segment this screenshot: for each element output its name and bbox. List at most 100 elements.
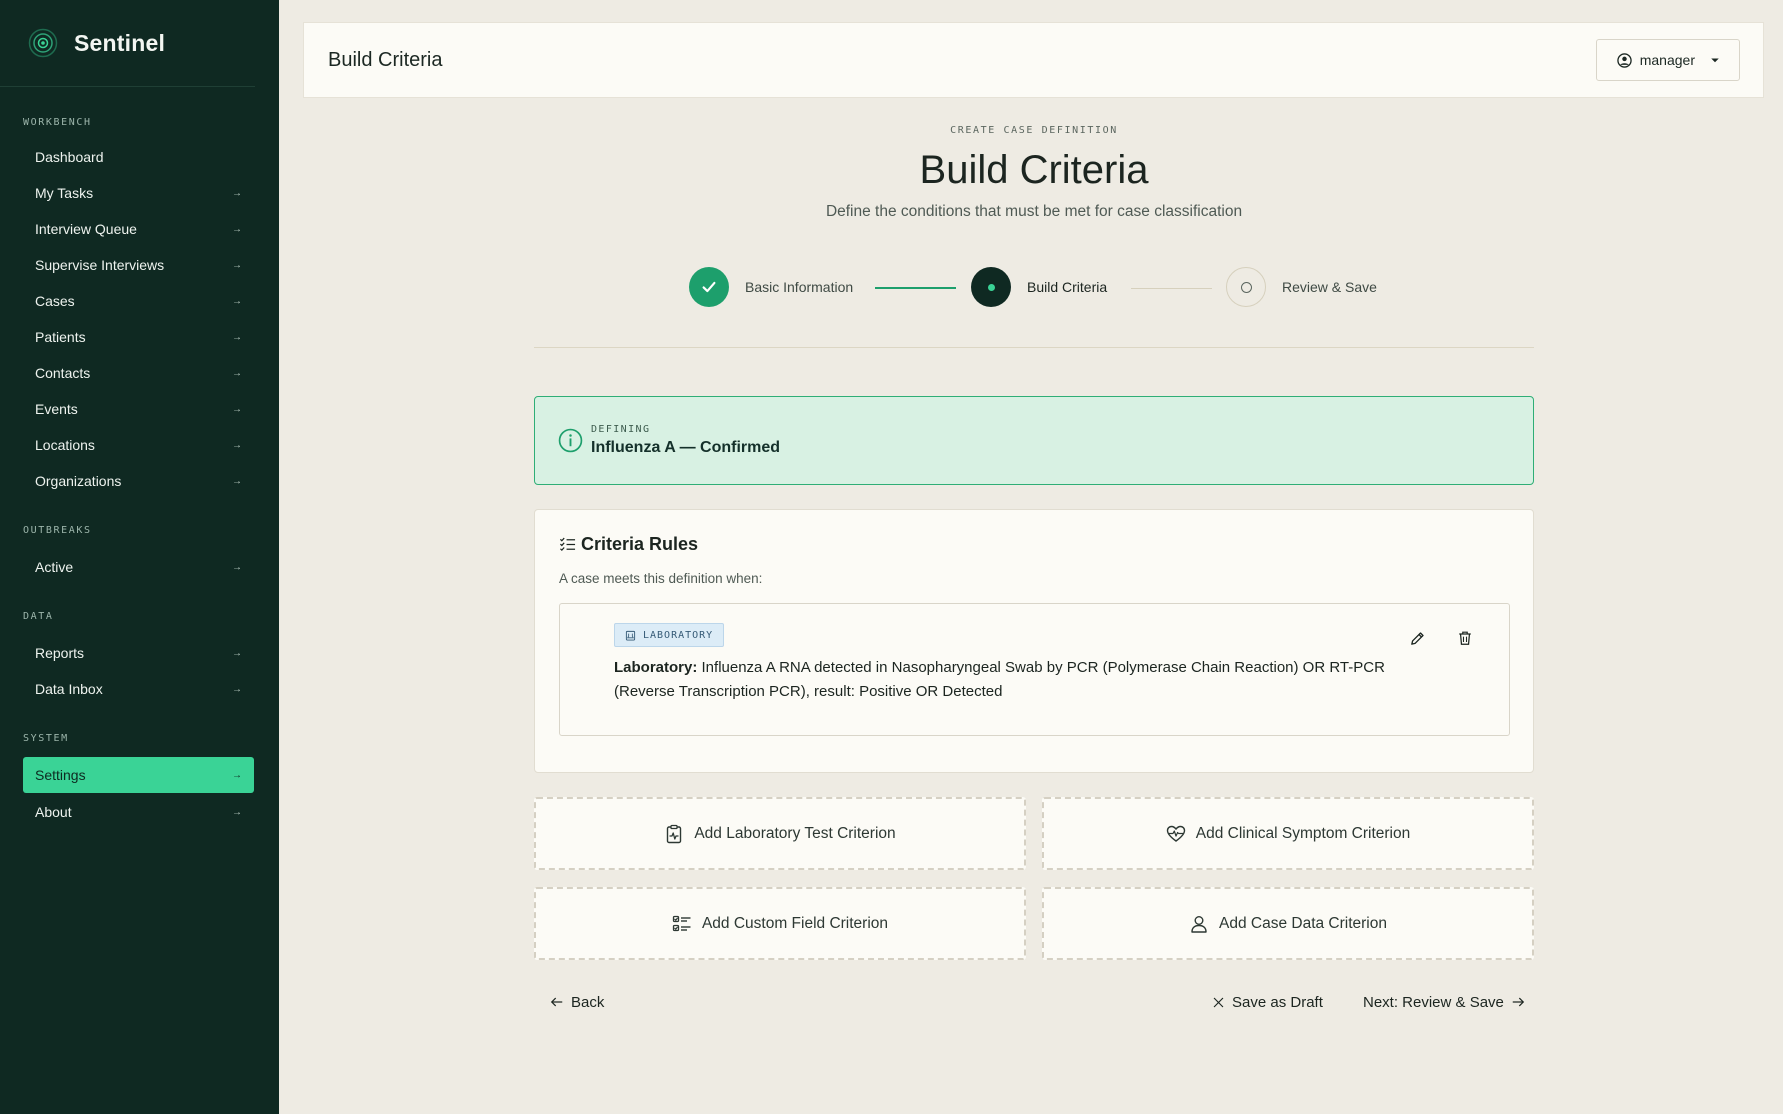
sidebar-item-interview-queue[interactable]: Interview Queue → (23, 211, 254, 247)
sidebar-item-active[interactable]: Active → (23, 549, 254, 585)
step-complete[interactable] (689, 267, 729, 307)
badge-label: LABORATORY (643, 629, 714, 641)
sidebar-item-dashboard[interactable]: Dashboard (23, 139, 254, 175)
check-icon (702, 281, 716, 293)
circle-icon (1240, 281, 1252, 293)
heart-pulse-icon (1166, 825, 1185, 842)
sidebar-item-label: My Tasks (35, 185, 94, 201)
user-menu-button[interactable]: manager (1595, 39, 1740, 81)
step-connector (875, 287, 956, 289)
add-case-data-criterion-button[interactable]: Add Case Data Criterion (1042, 887, 1534, 960)
sidebar-item-cases[interactable]: Cases → (23, 283, 254, 319)
criterion-description: Influenza A RNA detected in Nasopharynge… (614, 659, 1385, 700)
draft-label: Save as Draft (1232, 993, 1323, 1011)
sidebar-item-contacts[interactable]: Contacts → (23, 355, 254, 391)
sidebar-item-label: About (35, 804, 72, 820)
sidebar-item-organizations[interactable]: Organizations → (23, 463, 254, 499)
sidebar-item-events[interactable]: Events → (23, 391, 254, 427)
sidebar-item-label: Patients (35, 329, 86, 345)
add-clinical-symptom-criterion-button[interactable]: Add Clinical Symptom Criterion (1042, 797, 1534, 870)
nav-section-workbench: WORKBENCH Dashboard My Tasks → Interview … (0, 108, 279, 499)
sidebar-item-label: Events (35, 401, 78, 417)
arrow-left-icon (550, 997, 563, 1007)
sidebar-item-data-inbox[interactable]: Data Inbox → (23, 671, 254, 707)
sidebar-item-my-tasks[interactable]: My Tasks → (23, 175, 254, 211)
sidebar-item-about[interactable]: About → (23, 794, 254, 830)
sidebar-item-label: Reports (35, 645, 85, 661)
sentinel-logo-icon (28, 28, 58, 58)
nav-heading: DATA (23, 610, 54, 622)
sidebar-item-label: Contacts (35, 365, 91, 381)
arrow-right-icon: → (232, 259, 242, 271)
arrow-right-icon: → (232, 475, 242, 487)
brand-name: Sentinel (74, 29, 166, 56)
arrow-right-icon: → (232, 647, 242, 659)
step-label-review-save: Review & Save (1282, 279, 1377, 295)
user-circle-icon (1617, 52, 1632, 68)
brand[interactable]: Sentinel (0, 0, 255, 87)
next-label: Next: Review & Save (1363, 993, 1504, 1011)
step-upcoming[interactable] (1226, 267, 1266, 307)
sidebar-item-reports[interactable]: Reports → (23, 635, 254, 671)
sidebar-item-settings[interactable]: Settings → (23, 757, 254, 793)
step-current[interactable] (971, 267, 1011, 307)
arrow-right-icon: → (232, 367, 242, 379)
card-title-text: Criteria Rules (581, 534, 699, 554)
nav-section-data: DATA Reports → Data Inbox → (0, 602, 279, 707)
card-subtitle: A case meets this definition when: (559, 571, 763, 586)
lab-icon (625, 630, 636, 641)
criterion-rule: LABORATORY Laboratory: Influenza A RNA d… (559, 603, 1510, 736)
delete-criterion-button[interactable] (1457, 630, 1475, 648)
nav-heading: SYSTEM (23, 732, 69, 744)
button-label: Add Clinical Symptom Criterion (1195, 824, 1411, 842)
sidebar: Sentinel WORKBENCH Dashboard My Tasks → I… (0, 0, 279, 1114)
criterion-label: Laboratory: (614, 659, 698, 676)
divider (534, 347, 1534, 348)
sidebar-item-patients[interactable]: Patients → (23, 319, 254, 355)
arrow-right-icon: → (232, 331, 242, 343)
notice-title: Influenza A — Confirmed (591, 439, 781, 456)
next-review-save-button[interactable]: Next: Review & Save (1363, 982, 1525, 1022)
caret-down-icon (1711, 58, 1719, 63)
defining-notice: DEFINING Influenza A — Confirmed (534, 396, 1534, 485)
arrow-right-icon: → (232, 439, 242, 451)
criterion-text: Laboratory: Influenza A RNA detected in … (614, 656, 1485, 704)
nav-heading: OUTBREAKS (23, 524, 92, 536)
sidebar-item-label: Dashboard (35, 149, 104, 165)
nav-heading: WORKBENCH (23, 116, 92, 128)
save-as-draft-button[interactable]: Save as Draft (1212, 982, 1323, 1022)
sidebar-item-label: Data Inbox (35, 681, 103, 697)
sidebar-item-label: Cases (35, 293, 75, 309)
notice-body: DEFINING Influenza A — Confirmed (591, 424, 780, 457)
main-content: CREATE CASE DEFINITION Build Criteria De… (534, 98, 1534, 1022)
nav-section-outbreaks: OUTBREAKS Active → (0, 516, 279, 585)
edit-criterion-button[interactable] (1409, 630, 1427, 648)
user-icon (1191, 915, 1207, 933)
arrow-right-icon: → (232, 769, 242, 781)
page-eyebrow: CREATE CASE DEFINITION (950, 125, 1118, 136)
user-name: manager (1639, 52, 1695, 68)
info-icon (558, 428, 583, 453)
arrow-right-icon (1512, 997, 1525, 1007)
add-criterion-grid: Add Laboratory Test Criterion Add Clinic… (534, 797, 1534, 960)
add-custom-field-criterion-button[interactable]: Add Custom Field Criterion (534, 887, 1026, 960)
arrow-right-icon: → (232, 561, 242, 573)
rule-actions (1409, 630, 1475, 648)
sidebar-item-label: Organizations (35, 473, 122, 489)
footer-actions: Back Save as Draft Next: Review & Save (534, 982, 1534, 1022)
criterion-type-badge: LABORATORY (614, 623, 725, 647)
page-title: Build Criteria (919, 148, 1149, 192)
step-label-build-criteria: Build Criteria (1027, 279, 1108, 295)
sidebar-item-locations[interactable]: Locations → (23, 427, 254, 463)
header-title: Build Criteria (328, 48, 443, 71)
arrow-right-icon: → (232, 223, 242, 235)
close-icon (1213, 997, 1224, 1007)
sidebar-item-supervise-interviews[interactable]: Supervise Interviews → (23, 247, 254, 283)
sidebar-item-label: Active (35, 559, 74, 575)
back-button[interactable]: Back (550, 982, 604, 1022)
pencil-icon (1411, 632, 1424, 645)
trash-icon (1459, 631, 1471, 645)
arrow-right-icon: → (232, 403, 242, 415)
add-laboratory-test-criterion-button[interactable]: Add Laboratory Test Criterion (534, 797, 1026, 870)
button-label: Add Laboratory Test Criterion (694, 824, 896, 842)
